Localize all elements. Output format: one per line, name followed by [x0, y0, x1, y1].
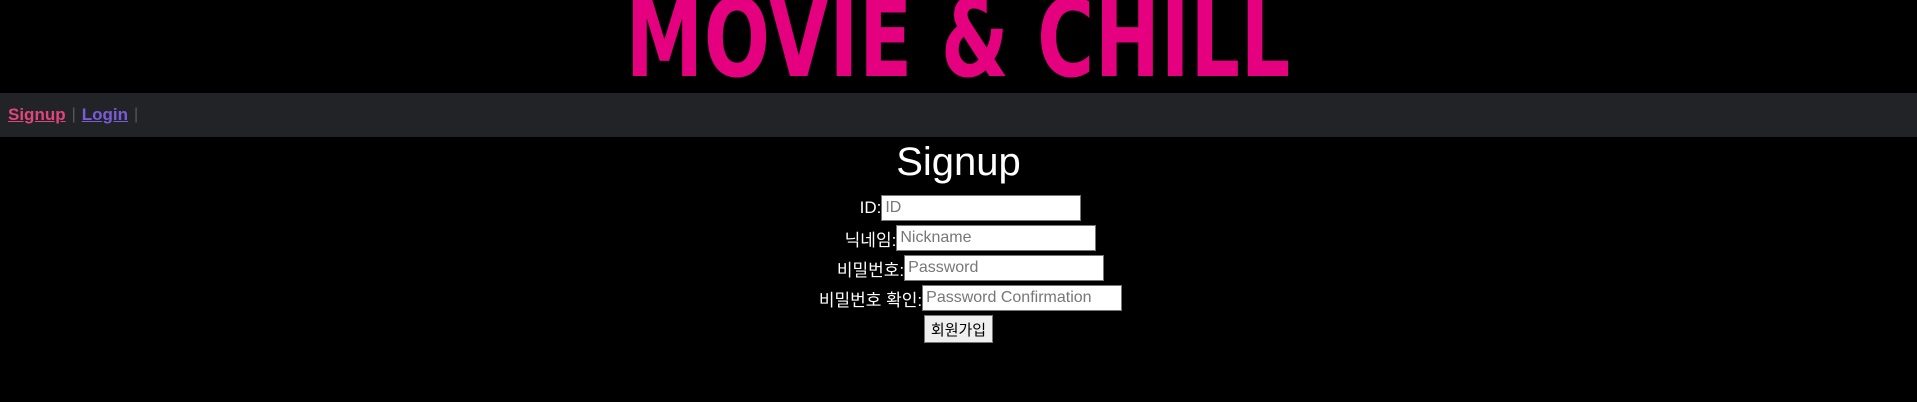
- signup-submit-button[interactable]: 회원가입: [923, 315, 994, 343]
- nav-separator: |: [134, 106, 139, 123]
- id-input[interactable]: [881, 195, 1082, 221]
- password-label: 비밀번호:: [836, 260, 905, 280]
- password-confirm-label: 비밀번호 확인:: [818, 290, 923, 310]
- form-row-id: ID:: [12, 193, 1917, 223]
- password-input[interactable]: [904, 255, 1105, 281]
- nav-link-signup[interactable]: Signup: [8, 105, 66, 125]
- page-title: Signup: [896, 140, 1021, 184]
- id-label: ID:: [859, 198, 882, 217]
- nickname-label: 닉네임:: [844, 230, 897, 250]
- signup-form-section: Signup ID: 닉네임: 비밀번호: 비밀번호 확인: 회원가입: [0, 139, 1917, 343]
- password-confirm-input[interactable]: [922, 285, 1123, 311]
- form-row-submit: 회원가입: [0, 315, 1917, 343]
- form-row-nickname: 닉네임:: [12, 223, 1917, 253]
- logo-banner: MOVIE & CHILL: [0, 0, 1917, 102]
- nav-link-login[interactable]: Login: [82, 105, 128, 125]
- nickname-input[interactable]: [896, 225, 1097, 251]
- form-row-password-confirm: 비밀번호 확인:: [12, 283, 1917, 313]
- site-logo: MOVIE & CHILL: [625, 0, 1291, 102]
- nav-separator: |: [71, 106, 76, 123]
- form-row-password: 비밀번호:: [12, 253, 1917, 283]
- signup-form: ID: 닉네임: 비밀번호: 비밀번호 확인: 회원가입: [0, 193, 1917, 343]
